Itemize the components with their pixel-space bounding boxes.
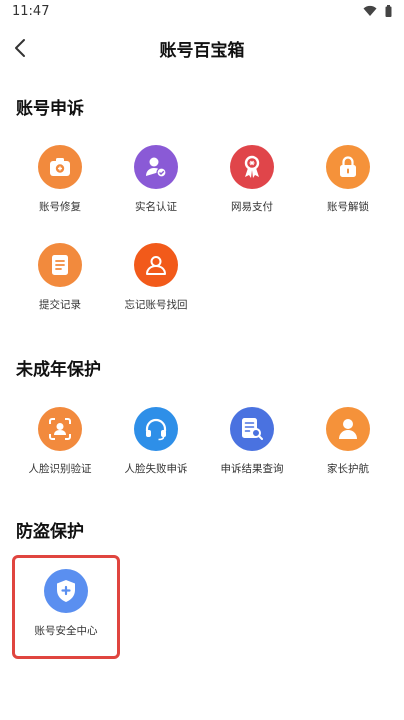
user-search-icon: [134, 243, 178, 287]
grid-item-real-name-auth[interactable]: 实名认证: [108, 145, 204, 227]
grid-item-parental-guard[interactable]: 家长护航: [300, 407, 396, 489]
item-label: 账号解锁: [327, 201, 369, 213]
grid-item-face-recognition[interactable]: 人脸识别验证: [12, 407, 108, 489]
grid-item-submit-records[interactable]: 提交记录: [12, 243, 108, 325]
item-label: 家长护航: [327, 463, 369, 475]
wifi-icon: [363, 5, 377, 16]
ribbon-icon: [230, 145, 274, 189]
document-search-icon: [230, 407, 274, 451]
status-icons: [363, 5, 392, 17]
section-title-account-appeal: 账号申诉: [16, 99, 84, 119]
item-label: 提交记录: [39, 299, 81, 311]
item-label: 账号安全中心: [34, 625, 98, 637]
item-label: 人脸识别验证: [28, 463, 92, 475]
item-label: 账号修复: [39, 201, 81, 213]
section-title-anti-theft: 防盗保护: [16, 522, 84, 542]
user-verify-icon: [134, 145, 178, 189]
shield-icon: [44, 569, 88, 613]
grid-item-account-unlock[interactable]: 账号解锁: [300, 145, 396, 227]
lock-icon: [326, 145, 370, 189]
grid-item-account-repair[interactable]: 账号修复: [12, 145, 108, 227]
item-label: 忘记账号找回: [124, 299, 188, 311]
face-scan-icon: [38, 407, 82, 451]
item-label: 网易支付: [231, 201, 273, 213]
camera-icon: [38, 145, 82, 189]
item-label: 申诉结果查询: [220, 463, 284, 475]
grid-item-appeal-result-query[interactable]: 申诉结果查询: [204, 407, 300, 489]
battery-icon: [385, 5, 392, 17]
grid-item-account-security-center[interactable]: 账号安全中心: [18, 569, 114, 651]
document-icon: [38, 243, 82, 287]
grid-item-netease-pay[interactable]: 网易支付: [204, 145, 300, 227]
person-icon: [326, 407, 370, 451]
grid-item-face-fail-appeal[interactable]: 人脸失败申诉: [108, 407, 204, 489]
headset-icon: [134, 407, 178, 451]
grid-item-forgot-account[interactable]: 忘记账号找回: [108, 243, 204, 325]
status-time: 11:47: [12, 4, 50, 19]
page-title: 账号百宝箱: [159, 41, 245, 61]
nav-bar: 账号百宝箱: [0, 26, 404, 70]
status-bar: 11:47: [0, 0, 404, 26]
item-label: 人脸失败申诉: [124, 463, 188, 475]
section-title-minor-protection: 未成年保护: [16, 360, 101, 380]
item-label: 实名认证: [135, 201, 177, 213]
